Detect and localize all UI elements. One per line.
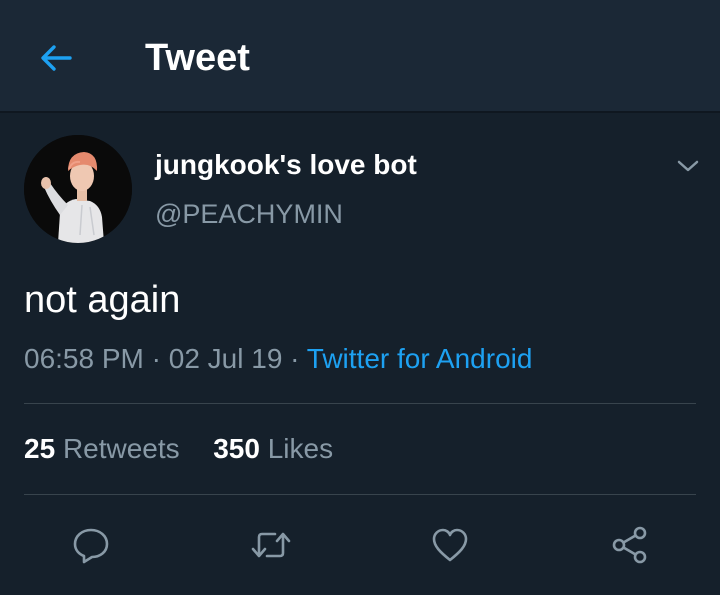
share-icon [612,526,647,564]
retweets-label: Retweets [62,433,180,464]
like-button[interactable] [425,520,475,570]
arrow-left-icon [41,45,72,71]
author-display-name[interactable]: jungkook's love bot [155,148,417,182]
likes-stat[interactable]: 350 Likes [213,430,333,468]
retweets-count: 25 [24,433,56,464]
retweets-stat[interactable]: 25 Retweets [24,430,180,468]
reply-icon [73,528,109,564]
retweet-button[interactable] [246,520,296,570]
tweet-date: 02 Jul 19 [168,343,283,374]
likes-count: 350 [213,433,260,464]
meta-separator: · [290,343,300,374]
chevron-down-icon [677,160,699,172]
tweet-source-link[interactable]: Twitter for Android [307,343,533,374]
likes-label: Likes [267,433,334,464]
app-header: Tweet [0,0,720,113]
tweet-stats: 25 Retweets 350 Likes [24,430,333,468]
divider [24,403,696,404]
meta-separator: · [151,343,161,374]
tweet-text: not again [24,279,181,321]
avatar[interactable] [24,135,132,243]
share-button[interactable] [605,520,655,570]
like-icon [432,528,468,562]
back-button[interactable] [34,36,78,80]
avatar-photo [24,135,132,243]
page-title: Tweet [145,37,250,79]
divider [24,494,696,495]
retweet-icon [251,532,291,558]
tweet-time: 06:58 PM [24,343,144,374]
tweet-meta: 06:58 PM · 02 Jul 19 · Twitter for Andro… [24,340,532,378]
author-handle[interactable]: @PEACHYMIN [155,197,343,231]
reply-button[interactable] [66,520,116,570]
tweet-menu-button[interactable] [668,146,708,186]
